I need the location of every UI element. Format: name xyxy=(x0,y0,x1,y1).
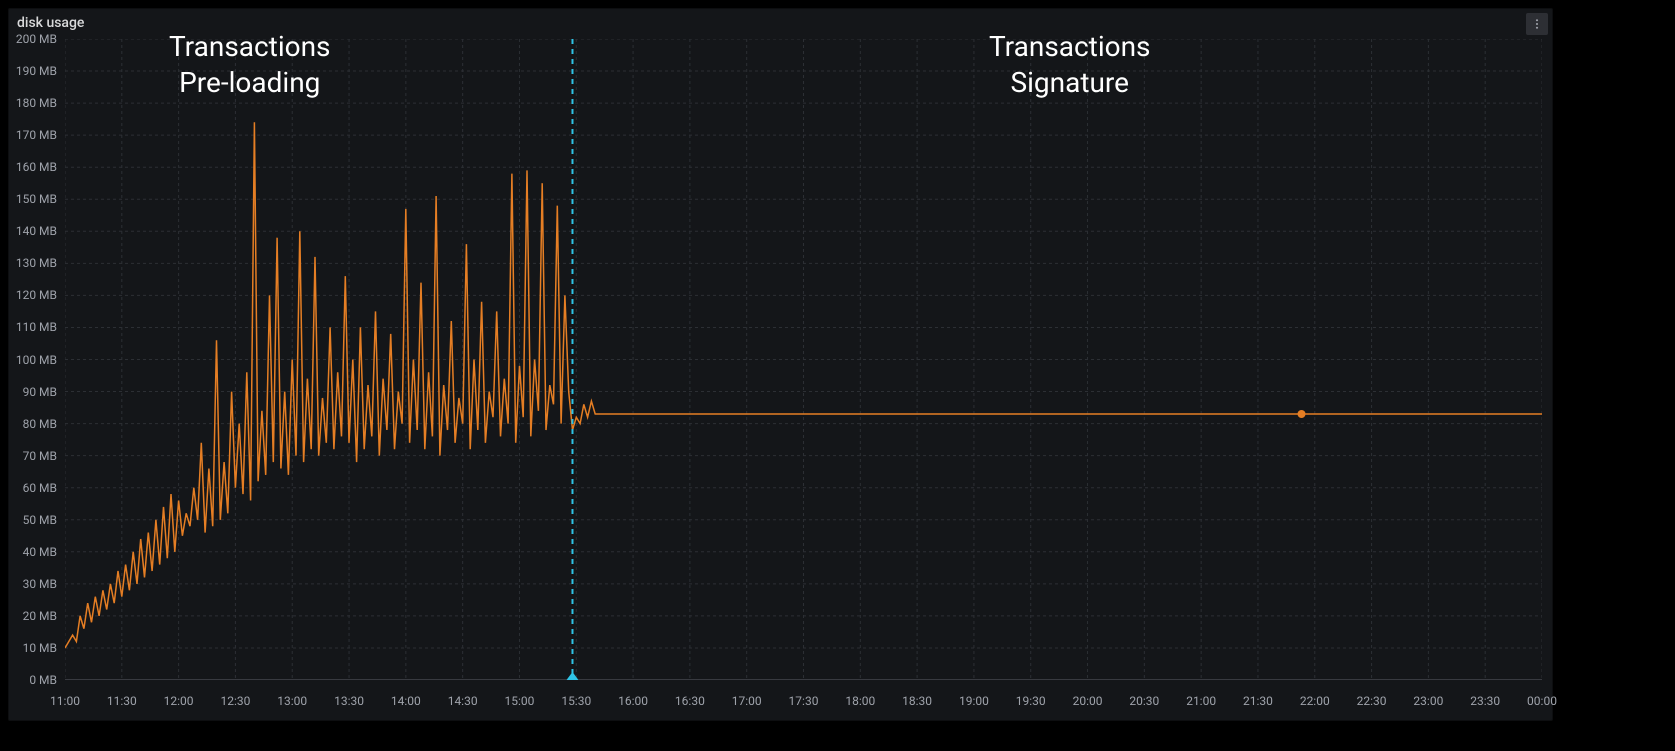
x-tick-label: 14:30 xyxy=(448,694,478,708)
x-tick-label: 21:00 xyxy=(1186,694,1216,708)
x-tick-label: 23:00 xyxy=(1413,694,1443,708)
annotation-text: Transactions xyxy=(989,30,1151,63)
panel-title: disk usage xyxy=(17,15,84,31)
annotation-preloading: Transactions Pre-loading xyxy=(169,29,331,102)
y-tick-label: 120 MB xyxy=(9,288,57,302)
chart-svg xyxy=(65,39,1542,680)
annotation-signature: Transactions Signature xyxy=(989,29,1151,102)
x-tick-label: 18:30 xyxy=(902,694,932,708)
x-tick-label: 17:30 xyxy=(789,694,819,708)
y-tick-label: 200 MB xyxy=(9,32,57,46)
y-tick-label: 30 MB xyxy=(9,577,57,591)
plot-area[interactable] xyxy=(65,39,1542,680)
y-tick-label: 10 MB xyxy=(9,641,57,655)
x-tick-label: 20:30 xyxy=(1129,694,1159,708)
y-tick-label: 180 MB xyxy=(9,96,57,110)
y-tick-label: 20 MB xyxy=(9,609,57,623)
x-tick-label: 18:00 xyxy=(845,694,875,708)
x-tick-label: 20:00 xyxy=(1073,694,1103,708)
x-tick-label: 14:00 xyxy=(391,694,421,708)
x-tick-label: 12:00 xyxy=(164,694,194,708)
x-tick-label: 16:00 xyxy=(618,694,648,708)
x-tick-label: 13:00 xyxy=(277,694,307,708)
y-tick-label: 60 MB xyxy=(9,481,57,495)
x-tick-label: 12:30 xyxy=(220,694,250,708)
y-tick-label: 190 MB xyxy=(9,64,57,78)
x-tick-label: 19:30 xyxy=(1016,694,1046,708)
chart-panel: disk usage 0 MB 10 MB 20 MB 30 MB 40 MB 50 MB… xyxy=(8,8,1553,721)
y-tick-label: 50 MB xyxy=(9,513,57,527)
x-tick-label: 16:30 xyxy=(675,694,705,708)
x-tick-label: 22:00 xyxy=(1300,694,1330,708)
x-tick-label: 17:00 xyxy=(732,694,762,708)
y-tick-label: 110 MB xyxy=(9,320,57,334)
x-tick-label: 15:00 xyxy=(505,694,535,708)
panel-menu-button[interactable] xyxy=(1526,13,1548,35)
y-tick-label: 160 MB xyxy=(9,160,57,174)
ellipsis-icon xyxy=(1531,18,1543,30)
x-tick-label: 11:00 xyxy=(50,694,80,708)
annotation-text: Pre-loading xyxy=(179,66,320,99)
x-tick-label: 11:30 xyxy=(107,694,137,708)
x-tick-label: 13:30 xyxy=(334,694,364,708)
y-tick-label: 0 MB xyxy=(9,673,57,687)
y-tick-label: 170 MB xyxy=(9,128,57,142)
y-tick-label: 140 MB xyxy=(9,224,57,238)
y-tick-label: 80 MB xyxy=(9,417,57,431)
x-tick-label: 22:30 xyxy=(1357,694,1387,708)
y-tick-label: 130 MB xyxy=(9,256,57,270)
annotation-text: Transactions xyxy=(169,30,331,63)
x-tick-label: 23:30 xyxy=(1470,694,1500,708)
annotation-text: Signature xyxy=(1010,66,1129,99)
y-tick-label: 150 MB xyxy=(9,192,57,206)
x-tick-label: 21:30 xyxy=(1243,694,1273,708)
y-tick-label: 90 MB xyxy=(9,385,57,399)
y-tick-label: 100 MB xyxy=(9,353,57,367)
y-tick-label: 40 MB xyxy=(9,545,57,559)
x-tick-label: 15:30 xyxy=(561,694,591,708)
y-tick-label: 70 MB xyxy=(9,449,57,463)
x-tick-label: 00:00 xyxy=(1527,694,1557,708)
x-tick-label: 19:00 xyxy=(959,694,989,708)
